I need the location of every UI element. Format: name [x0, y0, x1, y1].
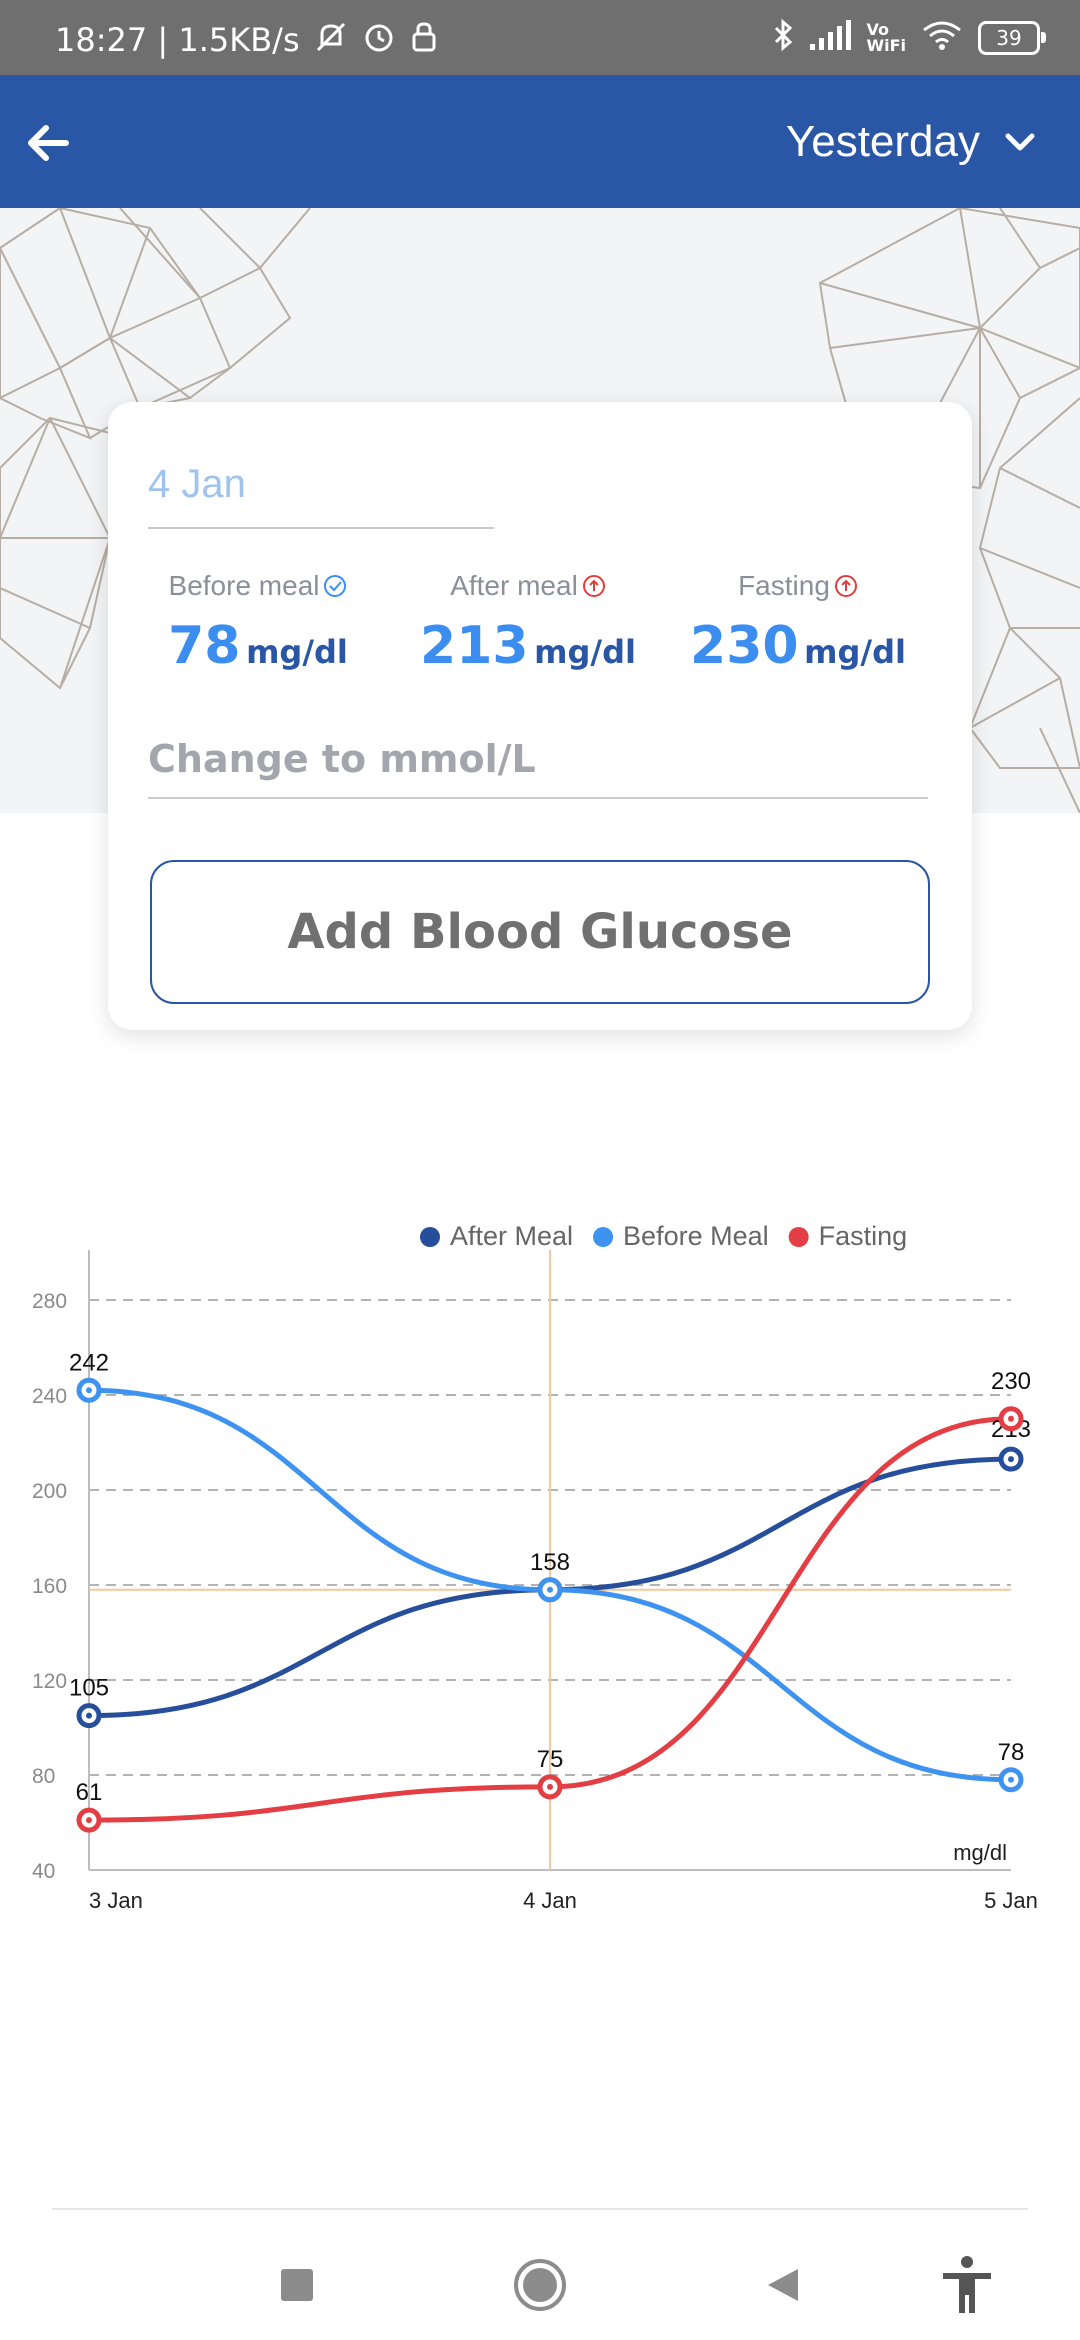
date-value: 4 Jan: [148, 462, 246, 506]
data-label: 242: [69, 1349, 109, 1376]
status-left: 18:27 | 1.5KB/s: [55, 20, 438, 59]
data-point-center: [86, 1387, 92, 1394]
signal-icon: [808, 18, 852, 57]
add-button-label: Add Blood Glucose: [287, 904, 793, 960]
date-range-dropdown[interactable]: Yesterday: [786, 117, 1040, 167]
metric-unit: mg/dl: [246, 633, 348, 671]
change-unit-label: Change to mmol/L: [148, 737, 536, 781]
accessibility-icon: [943, 2256, 991, 2313]
y-tick-label: 280: [32, 1290, 67, 1313]
y-tick-label: 160: [32, 1575, 67, 1598]
vowifi-icon: Vo WiFi: [866, 21, 906, 55]
x-tick-label: 4 Jan: [523, 1888, 577, 1913]
data-point-center: [86, 1712, 92, 1719]
legend-marker: [788, 1227, 809, 1247]
legend-label: After Meal: [450, 1221, 573, 1251]
data-point-center: [547, 1586, 553, 1593]
glucose-chart: 280 240 200 160 120 80 40 3 Jan 4 Jan 5 Jan mg/dl 1…: [0, 1190, 1080, 1950]
metric-label: After meal: [450, 570, 578, 601]
arrow-up-circle-icon: [834, 575, 857, 597]
legend-marker: [593, 1227, 614, 1247]
data-label: 230: [991, 1368, 1031, 1395]
lock-icon: [410, 20, 438, 59]
home-circle-icon: [514, 2259, 566, 2311]
back-button[interactable]: [20, 113, 80, 173]
metric-value: 230: [690, 616, 799, 676]
metric-label: Fasting: [738, 570, 830, 601]
y-tick-label: 40: [32, 1860, 55, 1883]
unit-label: mg/dl: [953, 1840, 1007, 1865]
y-tick-label: 200: [32, 1480, 67, 1503]
square-icon: [281, 2269, 313, 2301]
x-tick-label: 3 Jan: [89, 1888, 143, 1913]
metric-unit: mg/dl: [804, 633, 906, 671]
check-circle-icon: [324, 575, 347, 597]
status-time-speed: 18:27 | 1.5KB/s: [55, 20, 300, 59]
data-point-center: [86, 1817, 92, 1824]
date-range-label: Yesterday: [785, 117, 980, 166]
metric-unit: mg/dl: [534, 633, 636, 671]
legend-label: Fasting: [819, 1221, 908, 1251]
wifi-icon: [920, 18, 964, 57]
status-right: Vo WiFi 39: [772, 18, 1046, 57]
metric-value: 78: [168, 616, 241, 676]
data-label: 61: [76, 1779, 103, 1806]
y-tick-label: 120: [32, 1670, 67, 1693]
y-tick-label: 240: [32, 1385, 67, 1408]
battery-icon: 39: [978, 20, 1046, 55]
y-tick-label: 80: [32, 1765, 55, 1788]
glucose-line-chart: 280 240 200 160 120 80 40 3 Jan 4 Jan 5 Jan mg/dl 1…: [32, 1221, 1038, 1913]
date-field[interactable]: 4 Jan: [148, 462, 494, 529]
metric-before-meal: Before meal 78 mg/dl: [138, 570, 378, 676]
add-blood-glucose-button[interactable]: Add Blood Glucose: [150, 860, 930, 1004]
home-button[interactable]: [505, 2250, 575, 2320]
data-point-center: [547, 1783, 553, 1790]
legend-marker: [420, 1227, 440, 1247]
legend-label: Before Meal: [623, 1221, 769, 1251]
back-nav-button[interactable]: [747, 2250, 817, 2320]
metric-fasting: Fasting 230 mg/dl: [678, 570, 918, 676]
chevron-down-icon: [1005, 133, 1035, 151]
mute-icon: [314, 20, 348, 59]
alarm-icon: [362, 20, 396, 59]
metric-after-meal: After meal 213 mg/dl: [408, 570, 648, 676]
arrow-left-icon: [28, 125, 69, 161]
battery-level: 39: [996, 25, 1022, 50]
data-point-center: [1008, 1776, 1014, 1783]
bluetooth-icon: [772, 18, 794, 57]
recents-button[interactable]: [262, 2250, 332, 2320]
system-nav-bar: [0, 2210, 1080, 2340]
app-bar: Yesterday: [0, 75, 1080, 208]
status-bar: 18:27 | 1.5KB/s Vo WiFi 39: [0, 0, 1080, 75]
data-label: 105: [69, 1675, 109, 1702]
data-label: 75: [537, 1746, 564, 1773]
metric-label: Before meal: [168, 570, 320, 601]
x-tick-label: 5 Jan: [984, 1888, 1038, 1913]
data-label: 158: [530, 1549, 570, 1576]
data-point-center: [1008, 1456, 1014, 1463]
accessibility-button[interactable]: [932, 2250, 1002, 2320]
glucose-summary-card: 4 Jan Before meal 78 mg/dl After meal 21…: [108, 402, 972, 1030]
arrow-up-circle-icon: [582, 575, 605, 597]
vowifi-bottom: WiFi: [866, 35, 906, 55]
back-triangle-icon: [768, 2269, 798, 2301]
data-point-center: [1008, 1415, 1014, 1422]
metric-value: 213: [420, 616, 529, 676]
change-unit-link[interactable]: Change to mmol/L: [148, 737, 928, 799]
data-label: 78: [998, 1739, 1025, 1766]
